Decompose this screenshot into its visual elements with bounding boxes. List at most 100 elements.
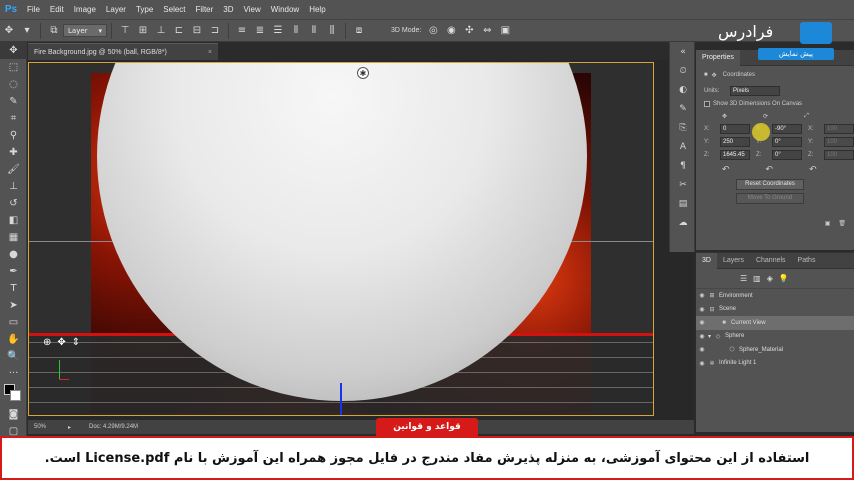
type-tool-icon[interactable]: T: [0, 280, 27, 297]
tab-channels[interactable]: Channels: [750, 253, 792, 269]
eyedropper-tool-icon[interactable]: ⚲: [0, 127, 27, 144]
distribute-middle-icon[interactable]: ≣: [251, 22, 269, 40]
menu-edit[interactable]: Edit: [45, 5, 69, 14]
history-brush-tool-icon[interactable]: ↺: [0, 195, 27, 212]
gradient-tool-icon[interactable]: ▦: [0, 229, 27, 246]
pan-icon[interactable]: ✥: [57, 337, 65, 348]
eraser-tool-icon[interactable]: ◧: [0, 212, 27, 229]
reset-rotation-icon[interactable]: ↶: [766, 164, 774, 175]
light-source-icon[interactable]: ✱: [357, 67, 369, 79]
document-tab[interactable]: Fire Background.jpg @ 50% (ball, RGB/8*)…: [28, 43, 218, 60]
crop-tool-icon[interactable]: ⌗: [0, 110, 27, 127]
render-icon[interactable]: ▣: [825, 220, 831, 227]
reset-coordinates-button[interactable]: Reset Coordinates: [736, 178, 804, 190]
character-icon[interactable]: A: [670, 137, 696, 156]
align-top-icon[interactable]: ⊤: [116, 22, 134, 40]
reset-scale-icon[interactable]: ↶: [809, 164, 817, 175]
hand-tool-icon[interactable]: ✋: [0, 331, 27, 348]
dolly-icon[interactable]: ⇕: [72, 337, 80, 348]
color-swatches[interactable]: [0, 382, 27, 406]
more-tools-icon[interactable]: ···: [0, 365, 27, 382]
rot-x-field[interactable]: -90°: [772, 123, 802, 134]
canvas-area[interactable]: ✱ ⊕ ✥ ⇕: [28, 60, 694, 420]
lights-filter-icon[interactable]: 💡: [779, 274, 789, 283]
marquee-tool-icon[interactable]: ⬚: [0, 59, 27, 76]
libraries-icon[interactable]: ☁: [670, 213, 696, 232]
clone-source-icon[interactable]: ⎘: [670, 118, 696, 137]
stamp-tool-icon[interactable]: ⊥: [0, 178, 27, 195]
auto-align-icon[interactable]: ⧈: [350, 22, 368, 40]
healing-brush-tool-icon[interactable]: ✚: [0, 144, 27, 161]
whole-scene-filter-icon[interactable]: ☰: [740, 274, 747, 283]
auto-select-icon[interactable]: ⧉: [45, 22, 63, 40]
rot-y-field[interactable]: 0°: [772, 136, 802, 147]
rot-z-field[interactable]: 0°: [772, 149, 802, 160]
eye-icon[interactable]: ◉: [696, 360, 708, 367]
move-tool-icon[interactable]: ✥: [0, 22, 18, 40]
zoom-level[interactable]: 50%: [28, 424, 68, 430]
align-right-icon[interactable]: ⊐: [206, 22, 224, 40]
show-dimensions-checkbox[interactable]: [704, 100, 710, 107]
layer-row[interactable]: ◉ ⊟ Scene: [696, 303, 854, 317]
tab-paths[interactable]: Paths: [792, 253, 822, 269]
units-dropdown[interactable]: Pixels: [730, 85, 780, 96]
lasso-tool-icon[interactable]: ◌: [0, 76, 27, 93]
brushes-icon[interactable]: ✎: [670, 99, 696, 118]
orbit-3d-icon[interactable]: ◎: [424, 22, 442, 40]
distribute-top-icon[interactable]: ≡: [233, 22, 251, 40]
pos-z-field[interactable]: 1645.45: [720, 149, 750, 160]
menu-file[interactable]: File: [22, 5, 45, 14]
quick-mask-icon[interactable]: ◙: [0, 406, 27, 423]
trash-icon[interactable]: 🗑: [838, 220, 846, 227]
layer-row[interactable]: ◉ ⬡ Sphere_Material: [696, 343, 854, 357]
eye-icon[interactable]: ◉: [696, 333, 708, 340]
menu-image[interactable]: Image: [69, 5, 101, 14]
brush-tool-icon[interactable]: 🖌: [0, 161, 27, 178]
align-left-icon[interactable]: ⊏: [170, 22, 188, 40]
quick-select-tool-icon[interactable]: ✎: [0, 93, 27, 110]
distribute-left-icon[interactable]: ⫴: [287, 22, 305, 40]
pos-y-field[interactable]: 250: [720, 136, 750, 147]
align-center-icon[interactable]: ⊟: [188, 22, 206, 40]
menu-layer[interactable]: Layer: [101, 5, 131, 14]
rotation-icon[interactable]: ⟳: [763, 113, 768, 120]
layer-row[interactable]: ◉ ✲ Infinite Light 1: [696, 357, 854, 371]
scale-icon[interactable]: ⤢: [804, 113, 809, 120]
tab-layers[interactable]: Layers: [717, 253, 750, 269]
auto-select-dropdown[interactable]: Layer ▾: [63, 24, 107, 37]
close-icon[interactable]: ×: [208, 49, 212, 56]
collapse-panels-icon[interactable]: «: [670, 42, 696, 61]
menu-3d[interactable]: 3D: [218, 5, 238, 14]
pan-3d-icon[interactable]: ✣: [460, 22, 478, 40]
menu-view[interactable]: View: [239, 5, 266, 14]
menu-help[interactable]: Help: [304, 5, 330, 14]
adjustments-icon[interactable]: ◐: [670, 80, 696, 99]
rectangle-tool-icon[interactable]: ▭: [0, 314, 27, 331]
roll-3d-icon[interactable]: ◉: [442, 22, 460, 40]
scale-y-field[interactable]: 100: [824, 136, 854, 147]
layer-row[interactable]: ◉ ⊞ Environment: [696, 289, 854, 303]
tab-3d[interactable]: 3D: [696, 252, 717, 269]
menu-filter[interactable]: Filter: [191, 5, 219, 14]
move-tool-icon[interactable]: ✥: [0, 42, 27, 59]
scale-z-field[interactable]: 100: [824, 149, 854, 160]
slide-3d-icon[interactable]: ⇔: [478, 22, 496, 40]
layer-row[interactable]: ◉ ▾ ◇ Sphere: [696, 330, 854, 344]
pen-tool-icon[interactable]: ✒: [0, 263, 27, 280]
eye-icon[interactable]: ◉: [696, 306, 708, 313]
move-icon[interactable]: ✥: [712, 72, 717, 79]
eye-icon[interactable]: ◉: [696, 346, 708, 353]
tool-presets-icon[interactable]: ✂: [670, 175, 696, 194]
position-icon[interactable]: ✥: [722, 113, 727, 120]
dodge-tool-icon[interactable]: ●: [0, 246, 27, 263]
materials-filter-icon[interactable]: ◈: [767, 274, 773, 283]
align-bottom-icon[interactable]: ⊥: [152, 22, 170, 40]
align-middle-icon[interactable]: ⊞: [134, 22, 152, 40]
background-color[interactable]: [10, 390, 21, 401]
paragraph-icon[interactable]: ¶: [670, 156, 696, 175]
reset-position-icon[interactable]: ↶: [722, 164, 730, 175]
move-to-ground-button[interactable]: Move To Ground: [736, 192, 804, 204]
layer-comps-icon[interactable]: ▤: [670, 194, 696, 213]
menu-window[interactable]: Window: [266, 5, 304, 14]
pos-x-field[interactable]: 0: [720, 123, 750, 134]
